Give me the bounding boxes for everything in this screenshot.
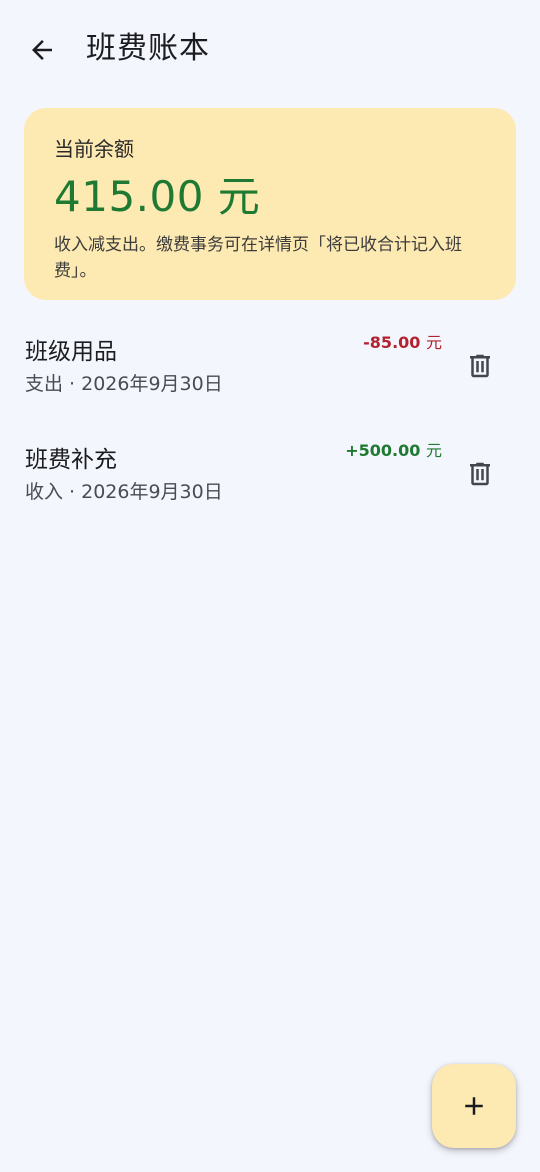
add-transaction-fab[interactable] (432, 1064, 516, 1148)
amount-unit: 元 (425, 441, 442, 460)
transaction-subtitle: 支出 · 2026年9月30日 (25, 373, 223, 395)
balance-card: 当前余额 415.00 元 收入减支出。缴费事务可在详情页「将已收合计记入班费」… (24, 108, 516, 300)
transaction-item-supplies[interactable]: 班级用品 支出 · 2026年9月30日 -85.00 元 (0, 312, 540, 420)
transaction-amount: +500.00 元 (345, 440, 442, 462)
balance-amount: 415.00 元 (54, 172, 261, 221)
transaction-list: 班级用品 支出 · 2026年9月30日 -85.00 元 班费补充 收入 · … (0, 312, 540, 528)
amount-value: +500.00 (345, 441, 421, 460)
trash-icon (470, 462, 490, 486)
transaction-title: 班费补充 (25, 447, 117, 473)
balance-note: 收入减支出。缴费事务可在详情页「将已收合计记入班费」。 (54, 235, 462, 281)
transaction-title: 班级用品 (25, 339, 117, 365)
app-bar: 班费账本 (0, 0, 540, 100)
balance-label: 当前余额 (54, 137, 134, 161)
delete-button[interactable] (456, 342, 504, 390)
transaction-item-topup[interactable]: 班费补充 收入 · 2026年9月30日 +500.00 元 (0, 420, 540, 528)
arrow-back-icon (32, 40, 52, 60)
plus-icon (465, 1097, 483, 1115)
page-title: 班费账本 (86, 31, 210, 66)
amount-unit: 元 (425, 333, 442, 352)
delete-button[interactable] (456, 450, 504, 498)
trash-icon (470, 354, 490, 378)
back-button[interactable] (18, 26, 66, 74)
transaction-amount: -85.00 元 (363, 332, 442, 354)
amount-value: -85.00 (363, 333, 421, 352)
transaction-subtitle: 收入 · 2026年9月30日 (25, 481, 223, 503)
